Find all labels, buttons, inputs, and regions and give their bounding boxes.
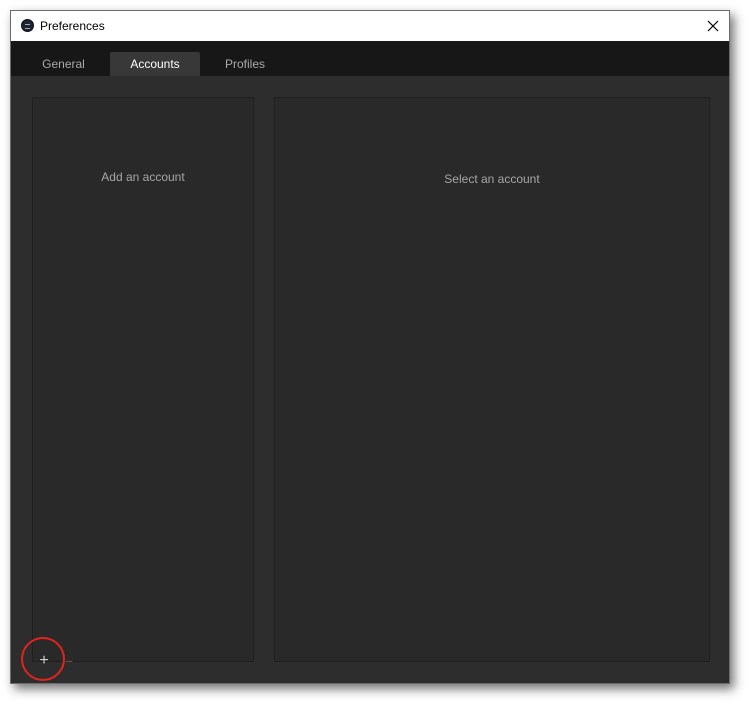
account-list-placeholder: Add an account	[101, 170, 185, 184]
preferences-window: Preferences General Accounts Profiles Ad…	[10, 10, 730, 684]
accounts-content: Add an account Select an account + −	[11, 76, 729, 683]
add-account-button[interactable]: +	[34, 651, 54, 671]
tab-bar: General Accounts Profiles	[11, 41, 729, 76]
remove-account-button[interactable]: −	[61, 651, 77, 671]
window-title: Preferences	[40, 19, 105, 33]
close-button[interactable]	[697, 11, 729, 41]
tab-profiles[interactable]: Profiles	[211, 52, 279, 76]
account-detail-panel: Select an account	[274, 97, 710, 662]
close-icon	[707, 20, 719, 32]
app-icon	[21, 19, 34, 32]
account-detail-placeholder: Select an account	[444, 172, 540, 186]
tab-accounts[interactable]: Accounts	[110, 52, 200, 76]
title-bar: Preferences	[11, 11, 729, 41]
tab-general[interactable]: General	[31, 52, 96, 76]
account-list-panel[interactable]: Add an account	[32, 97, 254, 662]
